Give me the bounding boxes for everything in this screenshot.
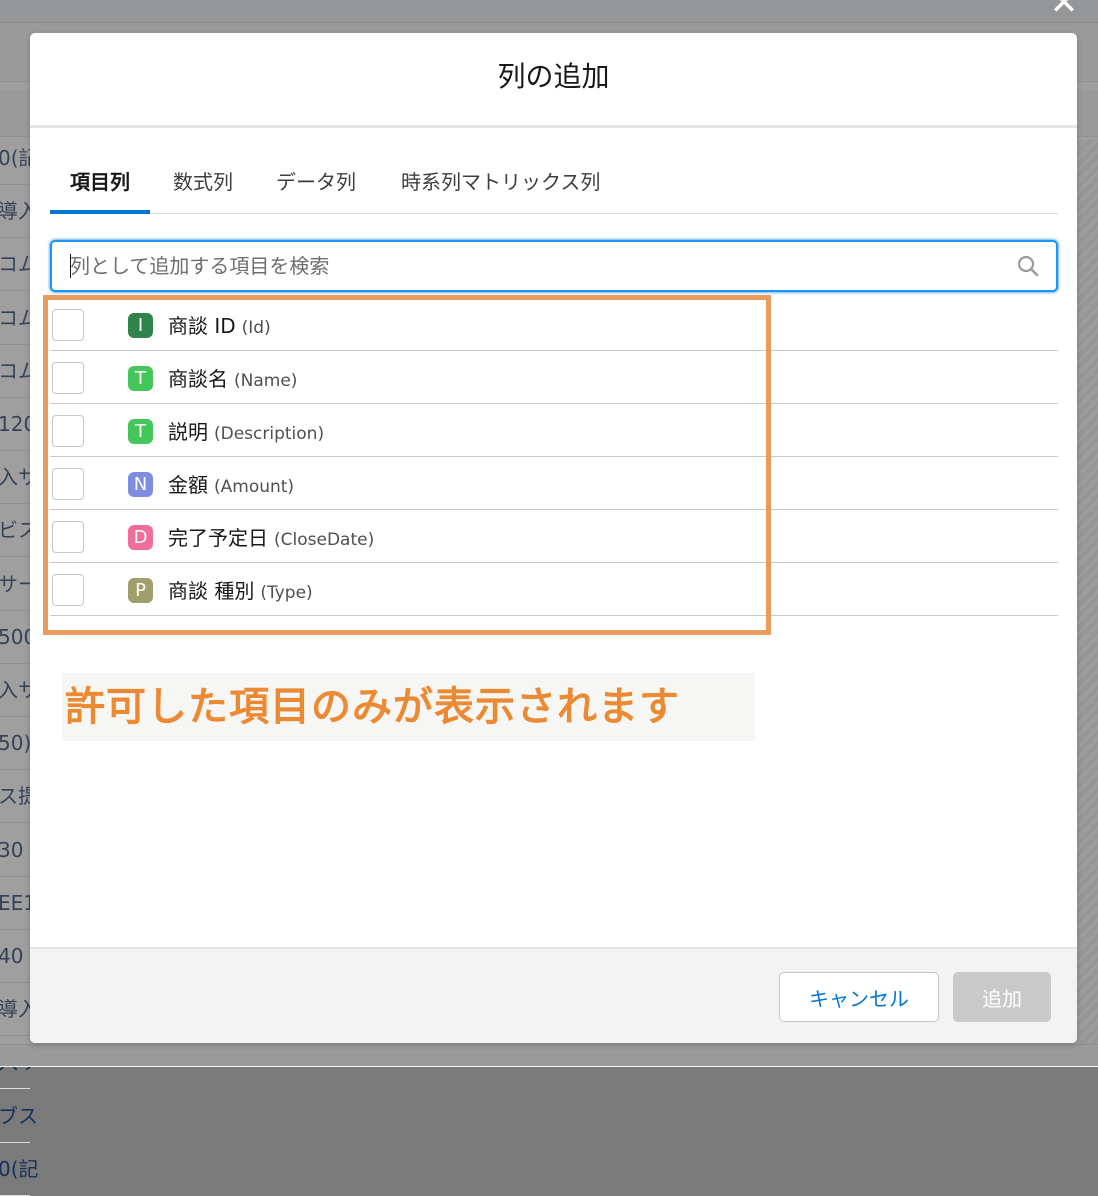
field-name: 金額 — [168, 473, 208, 497]
field-api-name: (Name) — [234, 371, 298, 391]
tab-data-columns[interactable]: データ列 — [276, 167, 356, 213]
field-checkbox[interactable] — [52, 415, 84, 447]
field-label: 商談名 (Name) — [168, 363, 297, 392]
field-checkbox[interactable] — [52, 468, 84, 500]
id-type-icon: I — [128, 313, 153, 338]
tab-formula-columns[interactable]: 数式列 — [173, 167, 233, 213]
active-tab-indicator — [50, 210, 150, 214]
tab-label: データ列 — [276, 170, 356, 194]
field-checkbox[interactable] — [52, 362, 84, 394]
field-label: 完了予定日 (CloseDate) — [168, 522, 374, 551]
field-name: 商談 ID — [168, 314, 236, 338]
field-row-id[interactable]: I 商談 ID (Id) — [50, 298, 1058, 351]
date-type-icon: D — [128, 525, 153, 550]
text-caret — [70, 254, 71, 278]
background-row-text: 0(記 — [0, 1156, 39, 1181]
background-row-divider — [0, 1088, 30, 1090]
field-row-description[interactable]: T 説明 (Description) — [50, 404, 1058, 457]
field-checkbox[interactable] — [52, 309, 84, 341]
field-label: 商談 種別 (Type) — [168, 575, 313, 604]
tab-label: 数式列 — [173, 170, 233, 194]
field-api-name: (Id) — [241, 318, 271, 338]
add-column-modal: 列の追加 項目列 数式列 データ列 時系列マトリックス列 I 商談 ID(Id) — [30, 33, 1077, 1043]
field-api-name: (CloseDate) — [274, 530, 375, 550]
modal-title: 列の追加 — [497, 60, 610, 93]
picklist-type-icon: P — [128, 578, 153, 603]
field-api-name: (Description) — [214, 424, 325, 444]
tab-label: 時系列マトリックス列 — [401, 170, 601, 194]
modal-header: 列の追加 — [30, 33, 1077, 128]
add-button[interactable]: 追加 — [953, 972, 1051, 1022]
field-name: 商談名 — [168, 367, 228, 391]
text-type-icon: T — [128, 419, 153, 444]
field-checkbox[interactable] — [52, 521, 84, 553]
field-row-amount[interactable]: N 金額 (Amount) — [50, 457, 1058, 510]
field-name: 説明 — [168, 420, 208, 444]
tab-field-columns[interactable]: 項目列 — [50, 167, 150, 214]
search-icon — [1017, 255, 1039, 277]
field-row-name[interactable]: T 商談名 (Name) — [50, 351, 1058, 404]
text-type-icon: T — [128, 366, 153, 391]
field-row-close-date[interactable]: D 完了予定日 (CloseDate) — [50, 510, 1058, 563]
field-name: 完了予定日 — [168, 526, 268, 550]
number-type-icon: N — [128, 472, 153, 497]
tab-label: 項目列 — [70, 170, 130, 194]
field-search — [50, 240, 1058, 292]
field-label: 説明 (Description) — [168, 416, 324, 445]
field-checkbox[interactable] — [52, 574, 84, 606]
column-type-tabs: 項目列 数式列 データ列 時系列マトリックス列 — [50, 167, 1058, 214]
close-icon[interactable]: ✕ — [1046, 0, 1082, 24]
tab-time-series-matrix-columns[interactable]: 時系列マトリックス列 — [401, 167, 600, 213]
cancel-button[interactable]: キャンセル — [779, 972, 939, 1022]
field-label: 金額 (Amount) — [168, 469, 294, 498]
field-name: 商談 種別 — [168, 579, 255, 603]
field-row-type[interactable]: P 商談 種別 (Type) — [50, 563, 1058, 616]
annotation-caption: 許可した項目のみが表示されます — [62, 673, 755, 741]
search-input[interactable] — [70, 242, 990, 290]
background-row-text: ブス — [0, 1103, 38, 1128]
field-label: 商談 ID (Id) — [168, 310, 271, 339]
background-row-divider — [0, 1141, 30, 1143]
field-list: I 商談 ID (Id) T 商談名 (Name) T 説明 (Description… — [50, 298, 1058, 616]
modal-footer: キャンセル 追加 — [30, 947, 1077, 1043]
field-api-name: (Type) — [260, 583, 313, 603]
field-api-name: (Amount) — [214, 477, 295, 497]
